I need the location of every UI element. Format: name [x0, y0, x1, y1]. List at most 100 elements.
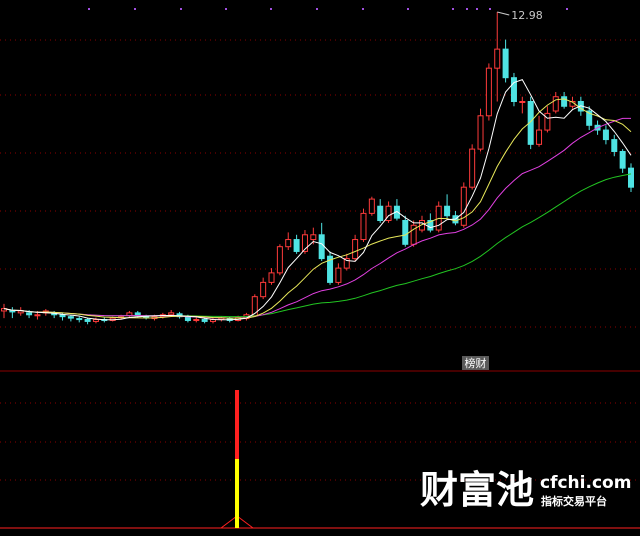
- candle: [628, 163, 634, 192]
- candle-body-down: [293, 239, 300, 252]
- candle-body-up: [92, 319, 99, 322]
- candle-body-down: [59, 314, 66, 318]
- candle-body-up: [368, 198, 375, 214]
- candle: [602, 125, 609, 145]
- candle: [552, 91, 559, 114]
- candle-body-down: [67, 316, 74, 319]
- candlestick-series: [1, 12, 634, 325]
- candle: [619, 149, 626, 173]
- candle: [260, 277, 267, 300]
- candle: [210, 317, 216, 324]
- top-dot: [88, 8, 90, 10]
- candle-body-up: [552, 96, 559, 112]
- candle-body-down: [502, 48, 509, 79]
- candle: [285, 232, 292, 251]
- candle-body-up: [536, 129, 543, 145]
- watermark-subtitle: 指标交易平台: [541, 494, 607, 508]
- candle: [293, 234, 300, 254]
- candle-body-up: [519, 100, 526, 103]
- candle: [494, 12, 501, 102]
- candle-body-up: [494, 48, 501, 69]
- candle-body-up: [268, 272, 275, 283]
- candle-body-up: [469, 148, 476, 188]
- candle: [17, 307, 24, 316]
- candle-body-up: [17, 310, 24, 314]
- ma-line-white: [3, 78, 632, 321]
- candle-body-up: [34, 314, 41, 317]
- candle: [485, 63, 492, 121]
- candle-body-up: [352, 239, 359, 260]
- candle-body-down: [84, 319, 91, 322]
- stock-chart: 12.98 榜财 财富池 cfchi.com 指标交易平台: [0, 8, 640, 529]
- candle: [469, 144, 476, 190]
- candle-body-down: [26, 312, 33, 316]
- candle: [301, 230, 308, 254]
- candle: [510, 72, 517, 107]
- candle: [393, 199, 400, 221]
- candle: [377, 199, 384, 223]
- candle: [460, 182, 467, 228]
- candle: [335, 263, 342, 285]
- candle-body-up: [276, 246, 283, 274]
- watermark-title: 财富池: [420, 468, 534, 512]
- peak-price-label: 12.98: [511, 9, 543, 22]
- candle-body-down: [402, 220, 409, 245]
- candle-body-down: [602, 129, 609, 141]
- candle: [536, 115, 543, 147]
- candle-body-up: [477, 115, 484, 150]
- candle-body-up: [310, 234, 317, 241]
- candle-body-up: [544, 112, 551, 131]
- top-dot: [180, 8, 182, 10]
- candle-body-down: [76, 318, 83, 321]
- candle-body-down: [611, 139, 618, 152]
- candle: [502, 39, 509, 83]
- candle-body-down: [201, 319, 208, 322]
- candle: [561, 91, 568, 109]
- candle-body-down: [318, 234, 325, 260]
- candle-body-up: [193, 319, 200, 322]
- top-dot: [407, 8, 409, 10]
- ma-line-magenta: [3, 117, 631, 319]
- grid-lines: [0, 39, 640, 481]
- candle-body-down: [444, 205, 451, 217]
- candle: [427, 213, 434, 233]
- peak-leader-line: [497, 11, 510, 16]
- signal-badge: 榜财: [462, 356, 489, 370]
- candle: [611, 134, 618, 157]
- top-dot: [362, 8, 364, 10]
- candle-body-down: [619, 150, 626, 169]
- peak-annotation: 12.98: [497, 9, 543, 22]
- top-dot: [225, 8, 227, 10]
- top-dot: [466, 8, 468, 10]
- candle-body-down: [510, 77, 517, 102]
- candle: [519, 96, 526, 114]
- candle-body-up: [360, 212, 367, 241]
- candle: [352, 234, 359, 261]
- candle: [360, 208, 367, 242]
- candle: [544, 106, 551, 133]
- candle: [477, 108, 484, 152]
- watermark-logo: 财富池 cfchi.com 指标交易平台: [420, 468, 631, 512]
- watermark-url: cfchi.com: [540, 473, 631, 493]
- indicator-signal-bar-red: [235, 390, 239, 459]
- candle: [9, 307, 16, 319]
- candle-body-up: [168, 312, 175, 316]
- moving-average-lines: [3, 78, 632, 321]
- top-dot: [489, 8, 491, 10]
- candle-body-down: [628, 167, 634, 188]
- candle: [402, 215, 409, 247]
- candle-body-down: [377, 205, 384, 222]
- ma-line-green: [3, 173, 632, 318]
- candle: [268, 268, 275, 285]
- candle: [327, 251, 334, 285]
- top-dot: [452, 8, 454, 10]
- candle: [385, 201, 392, 223]
- candle-body-up: [285, 239, 292, 248]
- candle: [318, 222, 325, 261]
- signal-badge-label: 榜财: [465, 356, 487, 370]
- top-marker-dots: [88, 8, 568, 10]
- top-dot: [270, 8, 272, 10]
- candle: [435, 201, 442, 233]
- candle: [76, 316, 83, 323]
- candle-body-up: [335, 267, 342, 283]
